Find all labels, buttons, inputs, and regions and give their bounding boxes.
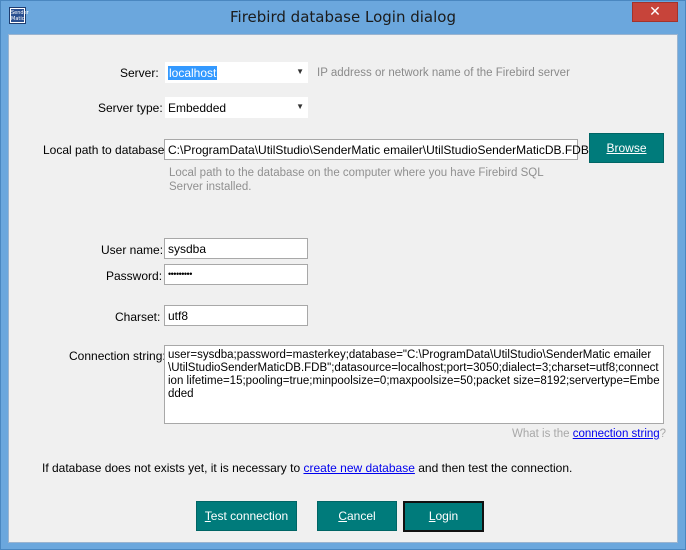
charset-input[interactable]: utf8 (164, 305, 308, 326)
local-path-hint: Local path to the database on the comput… (169, 167, 544, 193)
server-type-combobox[interactable]: Embedded ▼ (165, 97, 308, 118)
cancel-button[interactable]: Cancel (317, 501, 397, 531)
create-new-database-link[interactable]: create new database (303, 461, 414, 475)
browse-button-label: Browse (606, 141, 647, 155)
notice-suffix: and then test the connection. (414, 461, 573, 475)
local-path-label: Local path to database: (43, 143, 168, 157)
connection-string-help-link[interactable]: connection string (573, 428, 660, 440)
connection-string-label: Connection string: (69, 349, 166, 363)
server-combobox[interactable]: localhost ▼ (165, 62, 308, 83)
connection-string-help-suffix: ? (659, 428, 667, 440)
server-label: Server: (120, 66, 159, 80)
password-input[interactable]: ••••••••• (164, 264, 308, 285)
close-button[interactable]: ✕ (632, 2, 678, 22)
charset-label: Charset: (115, 310, 161, 324)
create-database-notice: If database does not exists yet, it is n… (42, 461, 572, 475)
charset-value: utf8 (168, 309, 189, 323)
server-type-label: Server type: (98, 101, 163, 115)
password-value: ••••••••• (168, 269, 192, 279)
server-hint: IP address or network name of the Firebi… (317, 67, 570, 79)
title-bar[interactable]: Sender Matic Firebird database Login dia… (1, 1, 685, 34)
login-button[interactable]: Login (403, 501, 484, 532)
login-label: ogin (435, 509, 459, 523)
login-dialog-window: Sender Matic Firebird database Login dia… (0, 0, 686, 550)
username-value: sysdba (168, 242, 207, 256)
connection-string-help: What is the connection string? (512, 427, 666, 441)
browse-button[interactable]: Browse (589, 133, 664, 163)
notice-prefix: If database does not exists yet, it is n… (42, 461, 304, 475)
connection-string-textarea[interactable]: user=sysdba;password=masterkey;database=… (164, 345, 664, 424)
dialog-body: Server: localhost ▼ IP address or networ… (8, 34, 678, 543)
close-icon: ✕ (649, 4, 661, 20)
cancel-accel: C (338, 509, 347, 523)
server-value: localhost (168, 66, 218, 80)
password-label: Password: (106, 269, 163, 283)
connection-string-value: user=sysdba;password=masterkey;database=… (168, 349, 660, 400)
username-label: User name: (101, 243, 164, 257)
connection-string-help-prefix: What is the (512, 428, 573, 440)
chevron-down-icon[interactable]: ▼ (296, 67, 304, 76)
test-connection-label: est connection (210, 509, 289, 523)
cancel-label: ancel (346, 509, 376, 523)
chevron-down-icon[interactable]: ▼ (296, 102, 304, 111)
test-connection-button[interactable]: Test connection (196, 501, 297, 531)
local-path-input[interactable]: C:\ProgramData\UtilStudio\SenderMatic em… (164, 139, 589, 160)
server-type-value: Embedded (168, 101, 227, 115)
window-title: Firebird database Login dialog (230, 8, 456, 26)
login-accel: L (428, 509, 436, 523)
username-input[interactable]: sysdba (164, 238, 308, 259)
local-path-value: C:\ProgramData\UtilStudio\SenderMatic em… (168, 143, 589, 157)
